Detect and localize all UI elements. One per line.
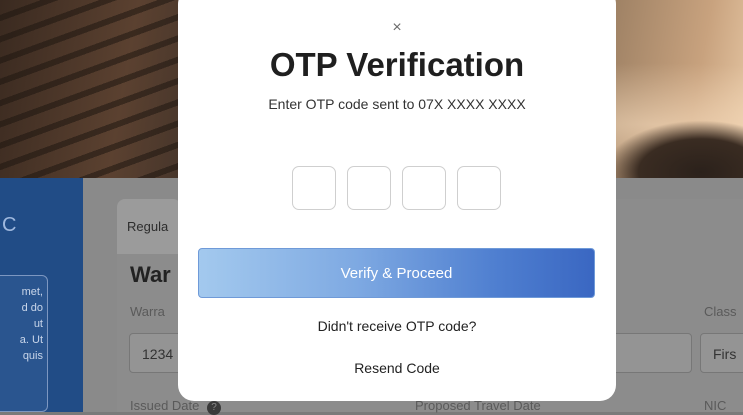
sidebar-mark: C: [2, 214, 17, 236]
otp-input-group: [292, 166, 504, 210]
railway-sleepers: [0, 0, 190, 178]
otp-modal: × OTP Verification Enter OTP code sent t…: [178, 0, 616, 401]
section-title: War: [130, 262, 171, 287]
otp-digit-1[interactable]: [292, 166, 336, 210]
otp-digit-2[interactable]: [347, 166, 391, 210]
verify-proceed-button[interactable]: Verify & Proceed: [198, 248, 595, 298]
sidebar-card-line: quis: [22, 350, 43, 362]
tab-regular[interactable]: Regula: [117, 199, 181, 254]
sidebar-card-line: met,: [21, 286, 43, 298]
nic-label: NIC: [704, 398, 727, 413]
sidebar-card-line: d do: [21, 302, 43, 314]
otp-digit-3[interactable]: [402, 166, 446, 210]
close-icon[interactable]: ×: [178, 20, 616, 36]
otp-digit-4[interactable]: [457, 166, 501, 210]
rock-silhouette: [603, 120, 743, 178]
resend-code-link[interactable]: Resend Code: [178, 360, 616, 376]
didnt-receive-text: Didn't receive OTP code?: [317, 318, 477, 334]
warrant-number-label: Warra: [130, 304, 165, 319]
sidebar-card-line: a. Ut: [19, 334, 43, 346]
sidebar-info-card: met, d do ut a. Ut quis: [0, 275, 48, 412]
class-label: Class: [704, 304, 737, 319]
modal-subtitle: Enter OTP code sent to 07X XXXX XXXX: [268, 96, 526, 112]
modal-title: OTP Verification: [269, 46, 525, 83]
sidebar-card-line: ut: [33, 318, 43, 330]
class-field[interactable]: Firs: [700, 333, 743, 373]
question-circle-icon[interactable]: ?: [207, 401, 221, 415]
